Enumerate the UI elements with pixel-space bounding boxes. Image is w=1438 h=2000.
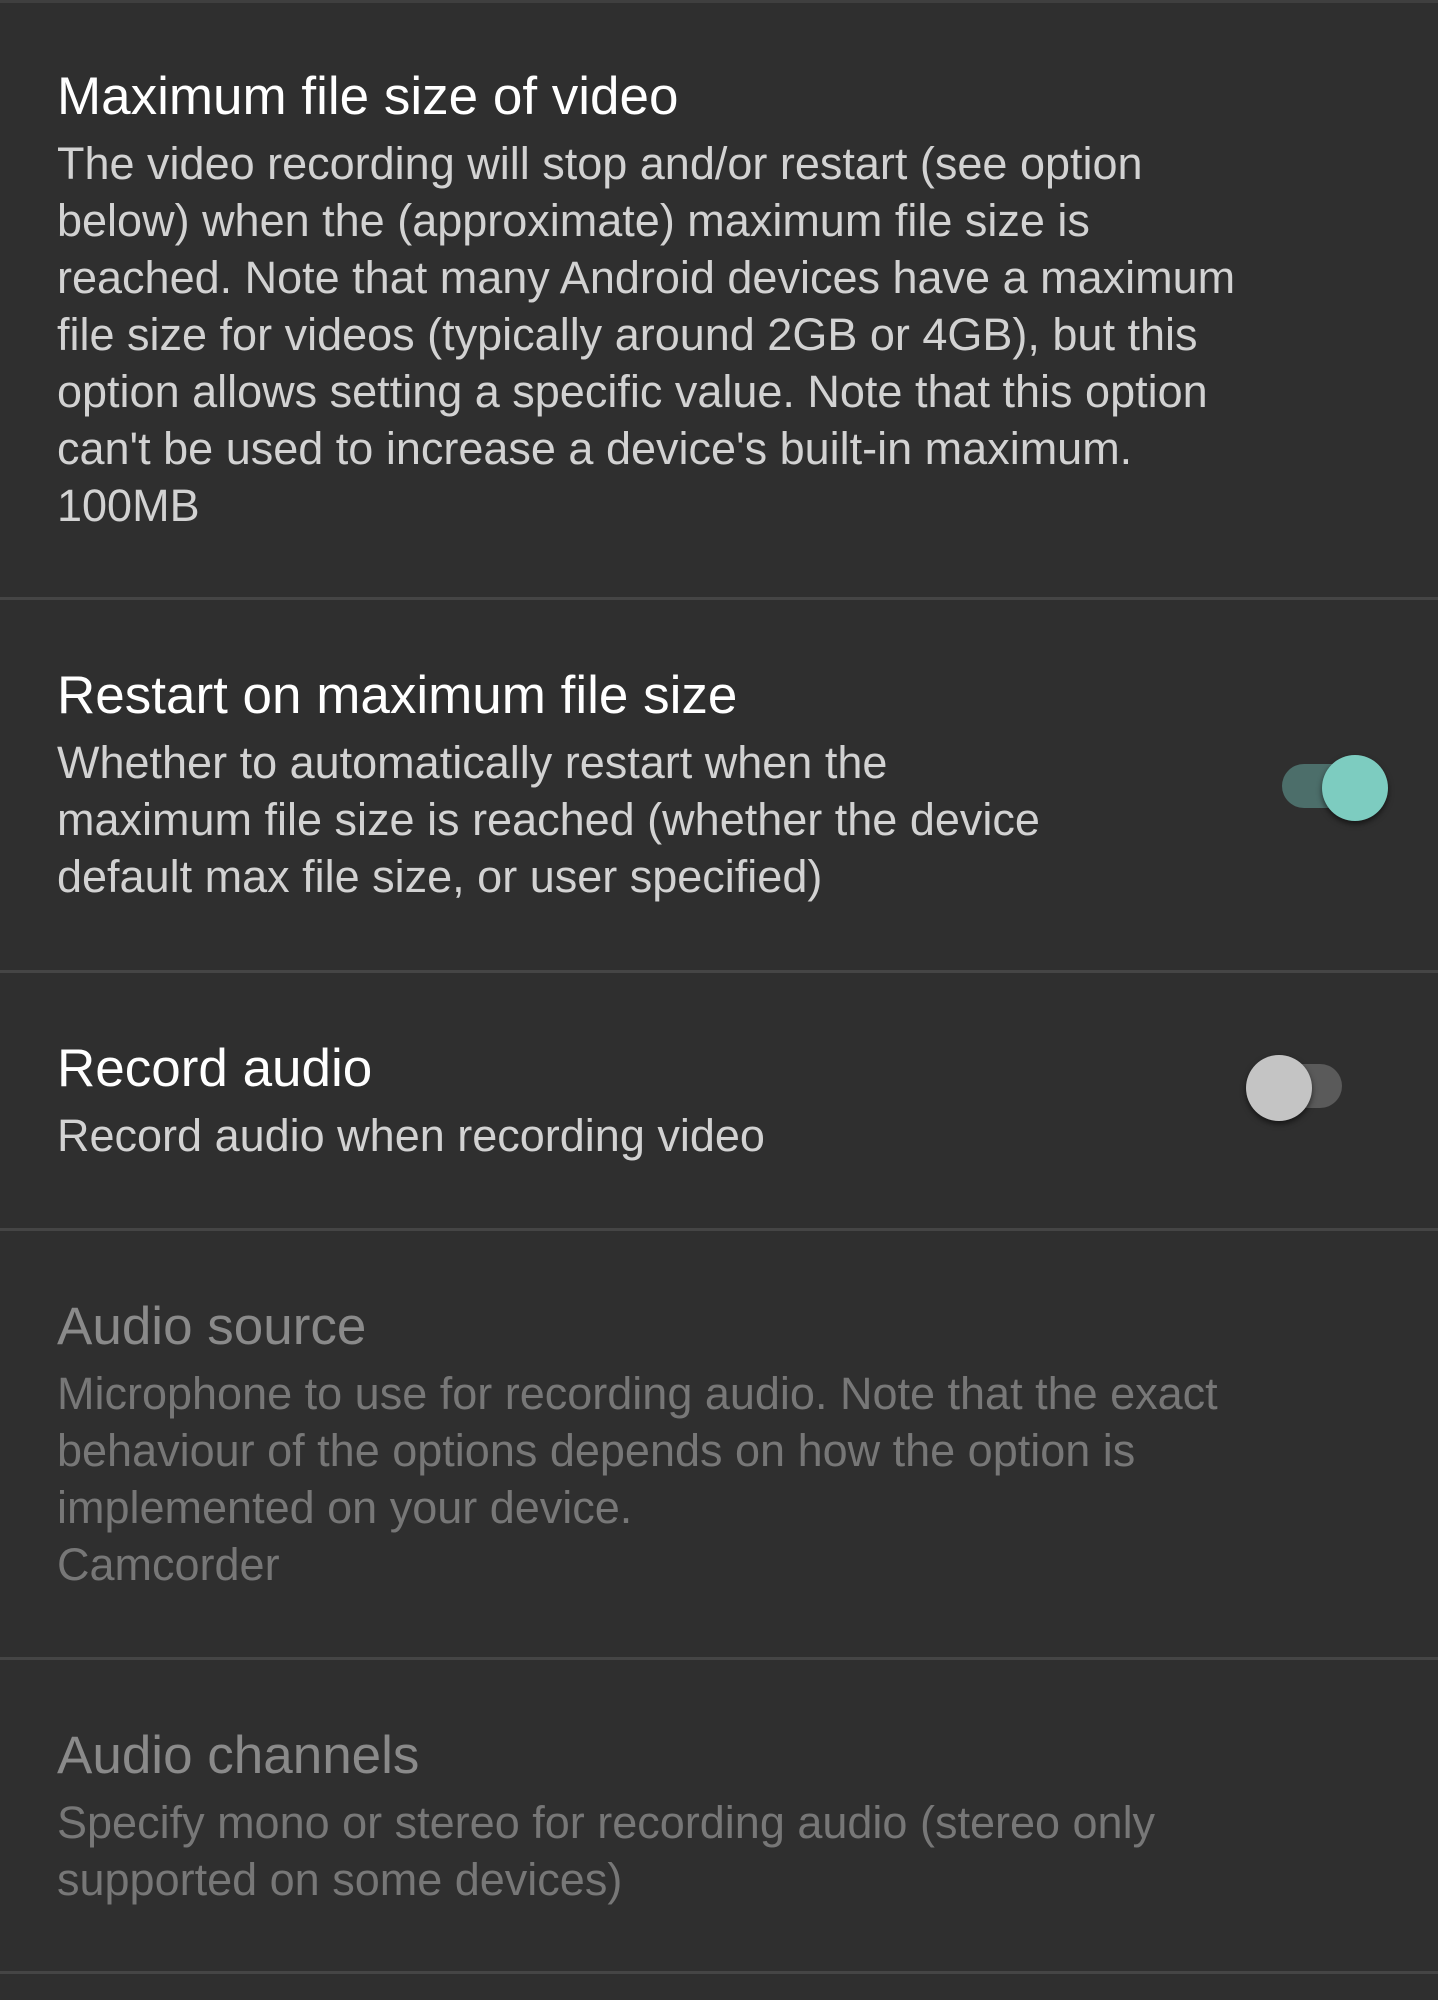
pref-title: Audio channels bbox=[57, 1726, 420, 1785]
record-audio-toggle-switch[interactable] bbox=[1238, 1040, 1358, 1121]
switch-thumb bbox=[1246, 1055, 1312, 1121]
restart-toggle-switch[interactable] bbox=[1264, 740, 1388, 821]
pref-summary: The video recording will stop and/or res… bbox=[57, 138, 1236, 474]
pref-restart-on-max-size[interactable]: Restart on maximum file size Whether to … bbox=[0, 600, 1438, 973]
pref-audio-source: Audio source Microphone to use for recor… bbox=[0, 1231, 1438, 1660]
pref-title: Record audio bbox=[57, 1039, 373, 1098]
pref-summary: Record audio when recording video bbox=[57, 1110, 765, 1161]
pref-title: Maximum file size of video bbox=[57, 67, 679, 126]
pref-record-audio[interactable]: Record audio Record audio when recording… bbox=[0, 973, 1438, 1231]
pref-summary: Whether to automatically restart when th… bbox=[57, 737, 1040, 902]
switch-thumb bbox=[1322, 755, 1388, 821]
pref-value: Camcorder bbox=[57, 1539, 280, 1590]
pref-summary: Microphone to use for recording audio. N… bbox=[57, 1368, 1218, 1533]
pref-max-file-size[interactable]: Maximum file size of video The video rec… bbox=[0, 0, 1438, 600]
pref-value: 100MB bbox=[57, 480, 200, 531]
pref-title: Restart on maximum file size bbox=[57, 666, 738, 725]
pref-audio-channels: Audio channels Specify mono or stereo fo… bbox=[0, 1660, 1438, 1974]
pref-summary: Specify mono or stereo for recording aud… bbox=[57, 1797, 1156, 1905]
pref-title: Audio source bbox=[57, 1297, 367, 1356]
